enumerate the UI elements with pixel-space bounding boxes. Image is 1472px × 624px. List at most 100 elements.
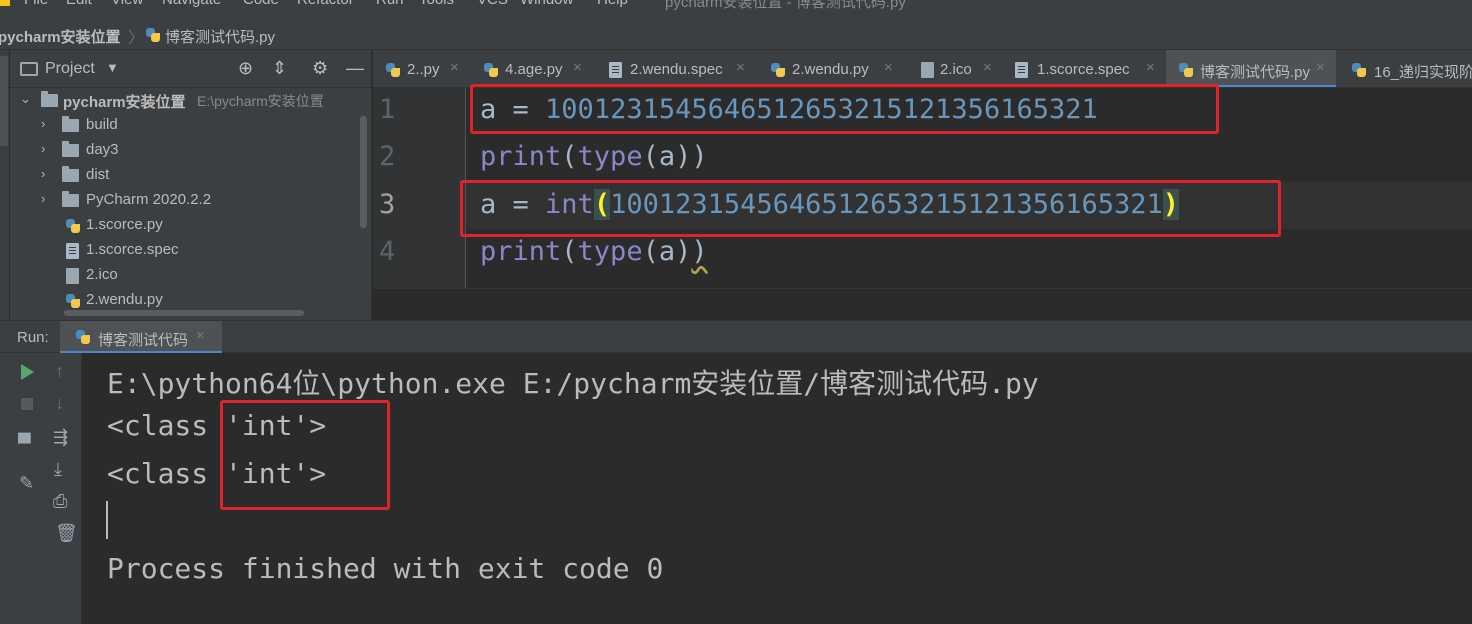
tab-label: 博客测试代码.py	[1200, 64, 1311, 81]
run-toolbar: ▀ ✎ ↑ ↓ ⇶ ⤓ ⎙ 🗑	[0, 353, 82, 624]
close-icon[interactable]: ×	[196, 327, 205, 344]
tree-folder-dist[interactable]: › dist	[10, 163, 360, 188]
code-variable: a	[480, 189, 497, 220]
tree-root-path: E:\pycharm安装位置	[197, 93, 324, 109]
menu-window[interactable]: Window	[520, 0, 573, 8]
tab-4-age-py[interactable]: 4.age.py ×	[470, 50, 594, 87]
console-line: <class 'int'>	[107, 409, 327, 442]
tab-label: 2.ico	[940, 61, 972, 78]
menu-help[interactable]: Help	[597, 0, 628, 8]
menu-code[interactable]: Code	[243, 0, 279, 8]
menu-vcs[interactable]: VCS	[477, 0, 508, 8]
python-file-icon	[770, 62, 786, 78]
tab-label: 2..py	[407, 61, 440, 78]
tab-2-ico[interactable]: 2.ico ×	[905, 50, 1003, 87]
tab-blog-test-code[interactable]: 博客测试代码.py ×	[1166, 50, 1336, 87]
project-view-selector[interactable]: Project	[45, 60, 95, 78]
project-panel-header: Project ▼ ⊕ ⇕ ⚙ —	[10, 50, 372, 88]
chevron-down-icon[interactable]: ▼	[106, 60, 119, 75]
code-builtin: int	[545, 189, 594, 220]
code-args: (a))	[642, 141, 708, 172]
down-arrow-icon[interactable]: ↓	[55, 393, 64, 414]
chevron-right-icon[interactable]: ›	[41, 116, 45, 131]
tree-file-label: 2.wendu.py	[86, 291, 163, 308]
project-tool-window-button[interactable]	[0, 56, 8, 146]
chevron-right-icon[interactable]: ›	[41, 166, 45, 181]
pin-icon[interactable]: ✎	[19, 473, 34, 494]
close-icon[interactable]: ×	[450, 59, 459, 76]
tree-file-2-ico[interactable]: 2.ico	[10, 263, 360, 288]
print-icon[interactable]: ⎙	[53, 491, 67, 512]
menu-edit[interactable]: Edit	[66, 0, 92, 8]
collapse-all-icon[interactable]: ⇕	[272, 58, 287, 79]
image-file-icon	[66, 268, 79, 284]
text-file-icon	[1015, 62, 1028, 78]
code-variable: a	[480, 94, 497, 125]
tree-folder-pycharm[interactable]: › PyCharm 2020.2.2	[10, 188, 360, 213]
tab-2-wendu-py[interactable]: 2.wendu.py ×	[756, 50, 905, 87]
code-args: (a)	[642, 236, 692, 267]
breadcrumb-project[interactable]: pycharm安装位置	[0, 26, 121, 47]
python-file-icon	[65, 218, 81, 234]
tab-label: 2.wendu.py	[792, 61, 869, 78]
chevron-right-icon[interactable]: ›	[41, 191, 45, 206]
hide-panel-icon[interactable]: —	[346, 58, 364, 79]
tree-folder-day3[interactable]: › day3	[10, 138, 360, 163]
soft-wrap-icon[interactable]: ⇶	[53, 427, 68, 448]
rerun-icon[interactable]	[21, 364, 34, 380]
up-arrow-icon[interactable]: ↑	[55, 361, 64, 382]
scroll-to-end-icon[interactable]: ⤓	[54, 459, 62, 480]
close-icon[interactable]: ×	[736, 59, 745, 76]
tab-2-py[interactable]: 2..py ×	[373, 50, 470, 87]
console-line: E:\python64位\python.exe E:/pycharm安装位置/博…	[107, 367, 1039, 400]
run-console[interactable]: E:\python64位\python.exe E:/pycharm安装位置/博…	[82, 353, 1472, 624]
menu-view[interactable]: View	[111, 0, 143, 8]
run-panel-header: Run: 博客测试代码 ×	[0, 320, 1472, 354]
folder-icon	[62, 141, 79, 157]
code-paren-match: (	[593, 189, 611, 220]
tab-16-recursion[interactable]: 16_递归实现阶	[1336, 50, 1472, 87]
python-file-icon	[65, 293, 81, 309]
tree-file-1-scorce-py[interactable]: 1.scorce.py	[10, 213, 360, 238]
folder-icon	[62, 116, 79, 132]
tab-2-wendu-spec[interactable]: 2.wendu.spec ×	[594, 50, 756, 87]
layout-icon[interactable]: ▀	[18, 433, 31, 454]
menu-file[interactable]: File	[24, 0, 48, 8]
tree-folder-build[interactable]: › build	[10, 113, 360, 138]
menu-bar: File Edit View Navigate Code Refactor Ru…	[0, 0, 1472, 20]
tab-label: 2.wendu.spec	[630, 61, 723, 78]
tree-folder-label: dist	[86, 166, 110, 183]
locate-icon[interactable]: ⊕	[238, 58, 253, 79]
close-icon[interactable]: ×	[573, 59, 582, 76]
menu-refactor[interactable]: Refactor	[297, 0, 354, 8]
menu-tools[interactable]: Tools	[419, 0, 454, 8]
close-icon[interactable]: ×	[884, 59, 893, 76]
close-icon[interactable]: ×	[1316, 59, 1325, 76]
close-icon[interactable]: ×	[983, 59, 992, 76]
folder-icon	[62, 191, 79, 207]
menu-run[interactable]: Run	[376, 0, 404, 8]
image-file-icon	[921, 62, 934, 78]
project-view-icon	[20, 62, 38, 76]
code-editor[interactable]: 1 2 3 4 a = 1001231545646512653215121356…	[373, 84, 1472, 320]
project-vertical-scrollbar[interactable]	[360, 116, 367, 228]
console-cursor	[106, 501, 108, 539]
window-title: pycharm安装位置 - 博客测试代码.py	[665, 0, 906, 11]
code-line-2: print(type(a))	[480, 141, 708, 172]
chevron-down-icon[interactable]: ⌄	[20, 91, 31, 107]
trash-icon[interactable]: 🗑	[55, 523, 78, 544]
code-number: 1001231545646512653215121356165321	[545, 94, 1098, 125]
tree-root-row[interactable]: ⌄ pycharm安装位置 E:\pycharm安装位置	[10, 88, 360, 113]
breadcrumb-file[interactable]: 博客测试代码.py	[165, 26, 275, 47]
chevron-right-icon[interactable]: ›	[41, 141, 45, 156]
gear-icon[interactable]: ⚙	[312, 58, 328, 79]
close-icon[interactable]: ×	[1146, 59, 1155, 76]
tree-file-1-scorce-spec[interactable]: 1.scorce.spec	[10, 238, 360, 263]
stop-icon[interactable]	[21, 398, 33, 410]
menu-navigate[interactable]: Navigate	[162, 0, 221, 8]
python-file-icon	[483, 62, 499, 78]
line-number: 2	[379, 141, 396, 172]
tab-1-scorce-spec[interactable]: 1.scorce.spec ×	[1003, 50, 1166, 87]
project-horizontal-scrollbar[interactable]	[64, 310, 304, 316]
run-tab[interactable]: 博客测试代码 ×	[60, 321, 222, 354]
